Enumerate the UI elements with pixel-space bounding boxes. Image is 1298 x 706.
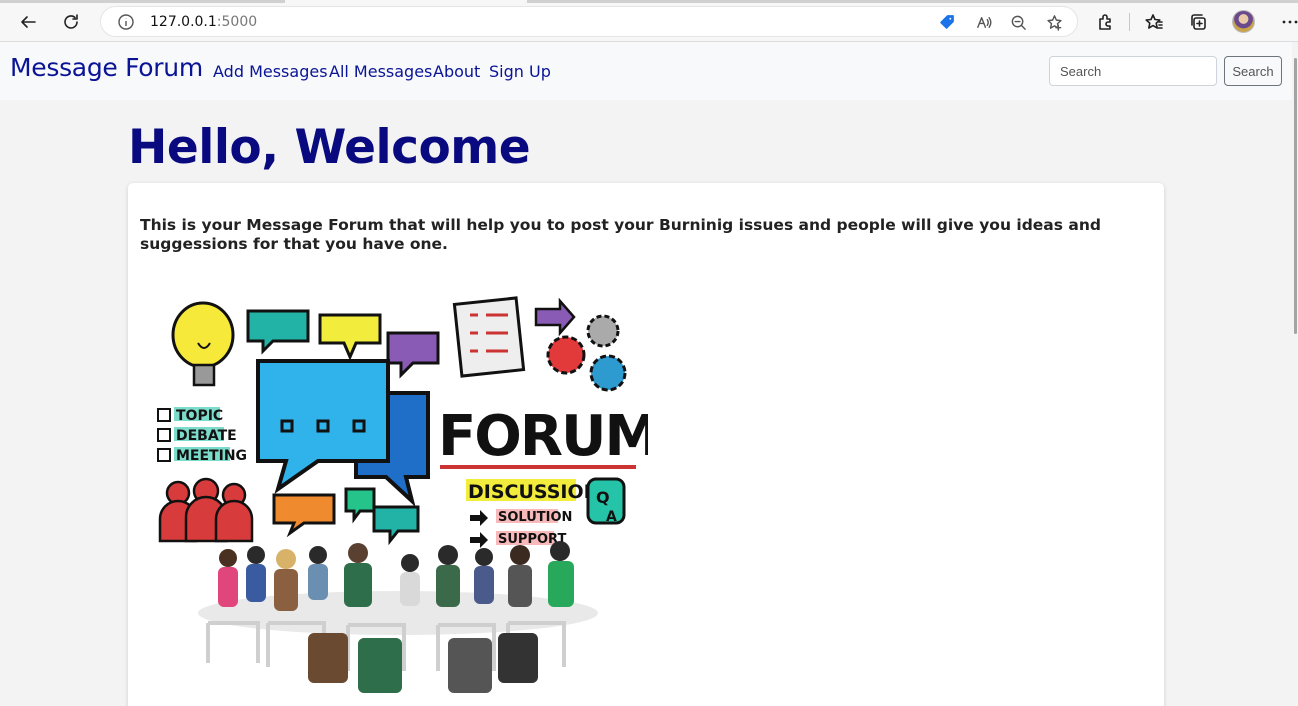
back-arrow-icon <box>21 16 36 28</box>
topic-item: DEBATE <box>176 428 237 444</box>
puzzle-icon <box>1099 14 1111 30</box>
qa-bubble-icon: Q A <box>586 477 626 525</box>
intro-text: This is your Message Forum that will hel… <box>140 216 1101 253</box>
zoom-out-icon[interactable] <box>1006 10 1030 34</box>
gear-icon <box>586 314 620 348</box>
speech-bubble-yellow <box>318 313 382 361</box>
forum-illustration: FORUM TOPIC DEBATE MEETING DISCUSSION SO… <box>157 296 648 693</box>
add-favorite-icon[interactable] <box>1042 10 1066 34</box>
more-options-button[interactable] <box>1276 8 1298 36</box>
nav-add-messages[interactable]: Add Messages <box>213 62 328 81</box>
scrollbar-thumb[interactable] <box>1294 58 1297 334</box>
forum-underline <box>440 465 636 469</box>
speech-bubble-orange <box>272 493 336 538</box>
svg-text:Q: Q <box>596 488 610 507</box>
url-port: :5000 <box>216 14 258 30</box>
browser-toolbar: 127.0.0.1:5000 <box>0 0 1298 42</box>
search-button[interactable]: Search <box>1224 56 1282 86</box>
site-navbar: Message Forum Add Messages All Messages … <box>0 42 1298 100</box>
refresh-button[interactable] <box>57 8 85 36</box>
collections-icon <box>1191 14 1206 30</box>
people-group-icon <box>158 477 254 543</box>
speech-bubble-purple <box>386 331 440 379</box>
profile-avatar[interactable] <box>1232 10 1255 33</box>
discussion-word: DISCUSSION <box>468 481 600 503</box>
gear-icon <box>546 335 586 375</box>
lightbulb-icon <box>171 301 235 387</box>
meeting-photo <box>198 541 598 693</box>
more-dots-icon <box>1282 20 1298 24</box>
solution-item: SOLUTION <box>498 510 572 525</box>
read-aloud-icon[interactable] <box>971 10 995 34</box>
topic-list: TOPIC DEBATE MEETING <box>157 407 247 464</box>
welcome-card: This is your Message Forum that will hel… <box>128 183 1164 706</box>
url-host: 127.0.0.1 <box>150 14 217 30</box>
topic-item: TOPIC <box>176 408 223 424</box>
forum-word: FORUM <box>438 404 648 469</box>
arrow-icon <box>470 532 488 548</box>
speech-bubble-teal <box>372 505 420 546</box>
speech-bubble-teal <box>246 309 310 355</box>
arrow-icon <box>470 510 488 526</box>
chat-bubbles-icon <box>256 359 430 508</box>
tab-strip-edge <box>0 0 285 3</box>
toolbar-separator <box>1129 13 1130 31</box>
site-info-icon[interactable] <box>117 13 135 31</box>
url-text[interactable]: 127.0.0.1:5000 <box>150 14 257 30</box>
arrow-icon <box>534 297 576 337</box>
refresh-icon <box>64 14 78 29</box>
favorites-icon <box>1145 14 1163 29</box>
favorites-button[interactable] <box>1140 8 1168 36</box>
checklist-icon <box>452 296 526 378</box>
search-input[interactable] <box>1049 56 1217 86</box>
nav-all-messages[interactable]: All Messages <box>329 62 432 81</box>
nav-sign-up[interactable]: Sign Up <box>489 62 551 81</box>
address-bar[interactable]: 127.0.0.1:5000 <box>100 6 1078 37</box>
back-button[interactable] <box>14 8 42 36</box>
speech-bubble-green <box>344 487 376 524</box>
svg-text:A: A <box>606 509 617 525</box>
topic-item: MEETING <box>176 448 247 464</box>
extensions-button[interactable] <box>1091 8 1119 36</box>
brand-link[interactable]: Message Forum <box>10 53 203 82</box>
page-title: Hello, Welcome <box>128 120 531 175</box>
shopping-tag-icon[interactable] <box>935 10 959 34</box>
collections-button[interactable] <box>1184 8 1212 36</box>
gear-icon <box>589 354 627 392</box>
tab-strip-edge <box>527 0 1298 3</box>
nav-about[interactable]: About <box>433 62 480 81</box>
